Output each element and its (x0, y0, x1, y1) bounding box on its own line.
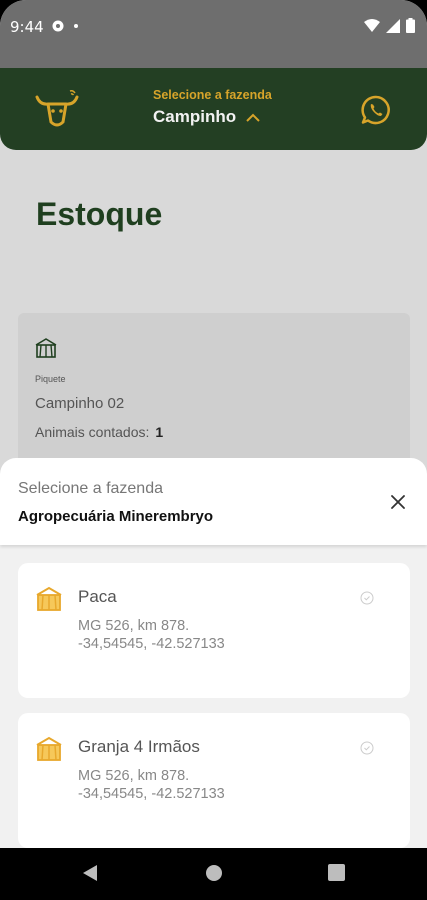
status-notification-icons (52, 19, 80, 36)
farm-name: Paca (78, 587, 117, 606)
whatsapp-icon[interactable] (360, 94, 392, 126)
back-icon[interactable] (82, 864, 98, 882)
farm-selector-value[interactable]: Campinho (140, 107, 300, 127)
farm-address-line: MG 526, km 878. (78, 618, 190, 634)
farm-coordinates: -34,54545, -42.527133 (78, 786, 225, 802)
app-header: Selecione a fazenda Campinho (0, 68, 427, 150)
field-icon (35, 338, 57, 358)
page-title: Estoque (36, 196, 163, 232)
sheet-header: Selecione a fazenda Agropecuária Minerem… (0, 458, 427, 545)
animals-counted-label: Animais contados: (35, 424, 150, 440)
battery-icon (406, 18, 415, 33)
signal-icon (386, 18, 400, 33)
check-circle-icon[interactable] (360, 591, 374, 605)
farm-select-sheet: Selecione a fazenda Agropecuária Minerem… (0, 458, 427, 900)
check-circle-icon[interactable] (360, 741, 374, 755)
wifi-icon (364, 18, 380, 32)
farm-card[interactable]: Paca MG 526, km 878. -34,54545, -42.5271… (18, 563, 410, 698)
status-right-icons (364, 18, 415, 33)
sheet-label: Selecione a fazenda (18, 480, 163, 497)
animals-counted: Animais contados: 1 (35, 424, 163, 440)
soccer-ball-icon (52, 20, 78, 32)
bull-head-icon[interactable] (34, 89, 80, 129)
farm-address: MG 526, km 878. -34,54545, -42.527133 (78, 617, 225, 653)
animals-counted-value: 1 (155, 424, 164, 440)
farm-address: MG 526, km 878. -34,54545, -42.527133 (78, 767, 225, 803)
app-screen: 9:44 Selecione a fazenda Campinho Estoqu… (0, 0, 427, 900)
selected-farm-name: Campinho (153, 107, 237, 126)
farm-card[interactable]: Granja 4 Irmãos MG 526, km 878. -34,5454… (18, 713, 410, 848)
field-icon (36, 736, 62, 761)
status-bar: 9:44 (0, 0, 427, 68)
sheet-selected-company: Agropecuária Minerembryo (18, 508, 214, 525)
system-nav-bar (0, 848, 427, 900)
farm-coordinates: -34,54545, -42.527133 (78, 636, 225, 652)
farm-selector[interactable]: Selecione a fazenda Campinho (140, 88, 300, 127)
farm-address-line: MG 526, km 878. (78, 768, 190, 784)
farm-selector-label: Selecione a fazenda (153, 88, 272, 102)
farm-name: Granja 4 Irmãos (78, 737, 200, 756)
recents-icon[interactable] (328, 864, 345, 881)
chevron-up-icon (246, 113, 260, 122)
status-time: 9:44 (10, 18, 44, 36)
piquete-type-label: Piquete (35, 374, 66, 384)
piquete-name: Campinho 02 (35, 395, 125, 412)
home-icon[interactable] (205, 864, 223, 882)
field-icon (36, 586, 62, 611)
close-icon[interactable] (388, 492, 408, 512)
